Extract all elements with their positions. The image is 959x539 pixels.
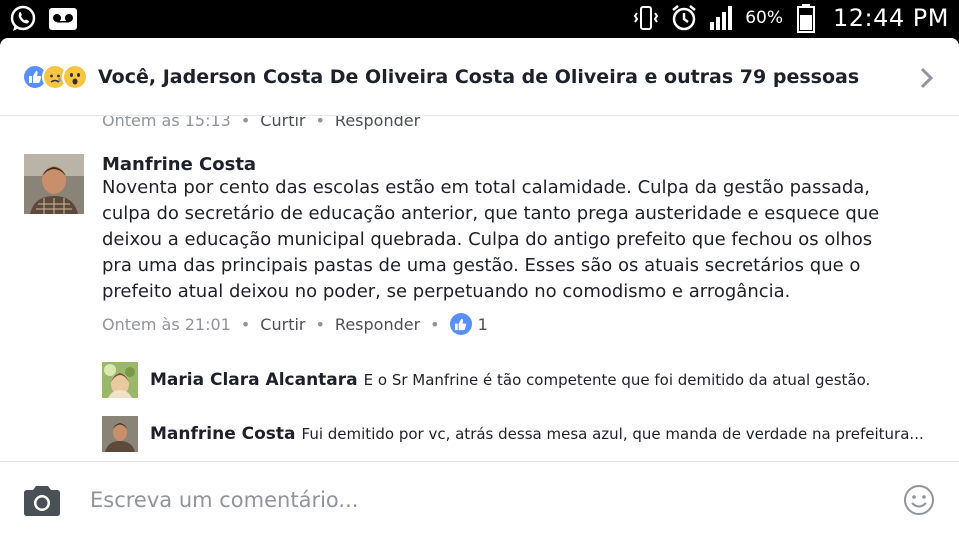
battery-icon <box>791 4 821 33</box>
vibrate-icon <box>631 4 661 32</box>
comment-text-line: culpa do secretário de educação anterior… <box>102 203 880 224</box>
battery-percent: 60% <box>745 8 784 28</box>
separator: • <box>240 116 251 130</box>
comment-text-line: prefeito atual deixou no poder, se perpe… <box>102 281 791 302</box>
reply-author[interactable]: Maria Clara Alcantara <box>150 370 358 390</box>
whatsapp-icon <box>8 5 38 33</box>
reply-link[interactable]: Responder <box>335 116 420 130</box>
voicemail-icon <box>48 5 78 33</box>
avatar[interactable] <box>102 362 138 398</box>
reply-author[interactable]: Manfrine Costa <box>150 424 296 444</box>
camera-icon[interactable] <box>22 484 62 522</box>
comments-sheet: Você, Jaderson Costa De Oliveira Costa d… <box>0 38 959 539</box>
separator: • <box>315 116 325 130</box>
reactions-summary[interactable]: Você, Jaderson Costa De Oliveira Costa d… <box>0 38 959 116</box>
clock: 12:44 PM <box>833 4 949 32</box>
alarm-icon <box>669 4 699 32</box>
wow-icon <box>62 63 88 90</box>
comment-author[interactable]: Manfrine Costa <box>102 154 932 175</box>
like-link[interactable]: Curtir <box>260 315 305 334</box>
status-bar: 60% 12:44 PM <box>0 0 959 38</box>
chevron-right-icon[interactable] <box>919 66 935 94</box>
comment-timestamp: Ontem às 21:01 <box>102 314 231 334</box>
comment-composer <box>0 461 959 539</box>
like-count-icon[interactable] <box>449 313 472 335</box>
comment-input[interactable] <box>90 484 870 516</box>
reply-text: Fui demitido por vc, atrás dessa mesa az… <box>301 425 924 443</box>
separator: • <box>430 314 440 334</box>
separator: • <box>240 314 251 334</box>
reply-link[interactable]: Responder <box>335 315 420 334</box>
separator: • <box>315 314 325 334</box>
reply-text: E o Sr Manfrine é tão competente que foi… <box>363 371 871 389</box>
signal-icon <box>707 4 737 32</box>
avatar[interactable] <box>24 154 84 214</box>
like-link[interactable]: Curtir <box>260 116 305 130</box>
emoji-icon[interactable] <box>903 484 935 520</box>
like-count[interactable]: 1 <box>478 315 488 334</box>
comment-text: Noventa por cento das escolas estão em t… <box>102 175 932 305</box>
comment-meta: Ontem às 21:01 • Curtir • Responder • 1 <box>102 313 932 335</box>
avatar[interactable] <box>102 416 138 452</box>
reactions-text: Você, Jaderson Costa De Oliveira Costa d… <box>98 65 860 88</box>
comment-text-line: pra uma das principais pastas de uma ges… <box>102 255 861 276</box>
reply: Maria Clara Alcantara E o Sr Manfrine é … <box>102 362 942 398</box>
comment-timestamp: Ontem às 15:13 <box>102 116 231 130</box>
comment-text-line: deixou a educação municipal quebrada. Cu… <box>102 229 873 250</box>
reply: Manfrine Costa Fui demitido por vc, atrá… <box>102 416 942 452</box>
comment-text-line: Noventa por cento das escolas estão em t… <box>102 177 871 198</box>
reaction-icons <box>22 63 88 90</box>
previous-comment-meta: Ontem às 15:13 • Curtir • Responder <box>102 116 420 130</box>
comments-list[interactable]: Ontem às 15:13 • Curtir • Responder Manf… <box>0 116 959 462</box>
